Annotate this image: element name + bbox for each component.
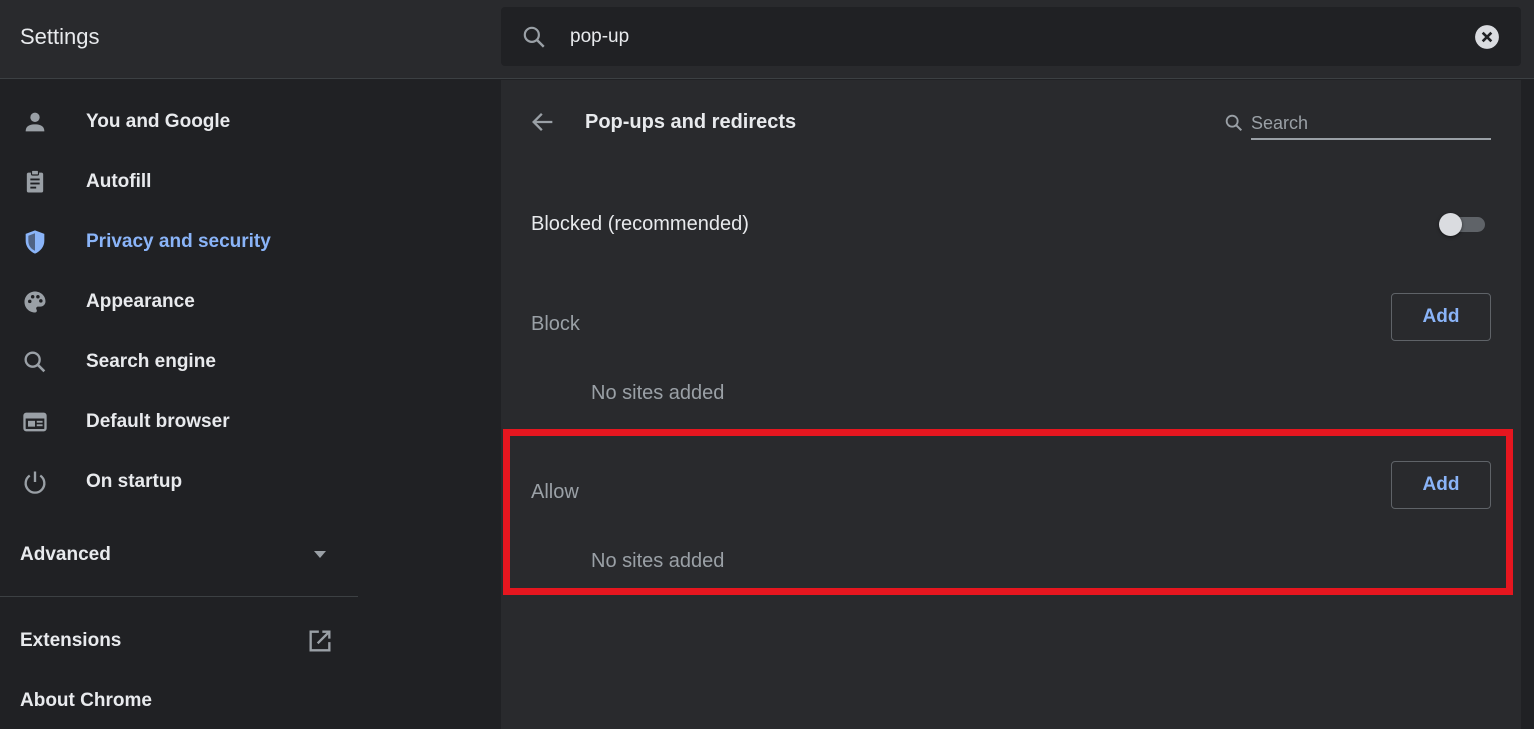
subpage-title: Pop-ups and redirects [585,111,797,133]
clipboard-icon [26,169,44,193]
about-chrome-label: About Chrome [20,690,152,711]
caret-down-icon [314,551,326,558]
search-icon [1225,114,1243,132]
sidebar-item-label: You and Google [86,111,231,132]
sidebar-item-label: Privacy and security [86,231,271,252]
sidebar-item-appearance[interactable]: Appearance [0,272,360,332]
page-title: Settings [20,24,100,49]
advanced-label: Advanced [20,544,111,565]
sidebar-item-privacy-and-security[interactable]: Privacy and security [0,212,360,272]
subpage-search [1221,106,1493,142]
browser-icon [23,412,47,432]
settings-header: Settings pop-up [0,0,1534,79]
sidebar: You and Google Autofill Privacy and secu… [0,80,360,729]
sidebar-item-extensions[interactable]: Extensions [0,610,360,670]
sidebar-item-default-browser[interactable]: Default browser [0,392,360,452]
palette-icon [24,291,46,313]
sidebar-item-on-startup[interactable]: On startup [0,452,360,512]
sidebar-item-label: Default browser [86,411,230,432]
search-icon [24,351,46,373]
popups-settings-card: Pop-ups and redirects Blocked (recommend… [501,80,1521,729]
search-icon [523,26,545,48]
shield-icon [25,230,45,254]
sidebar-item-about-chrome[interactable]: About Chrome [0,670,360,729]
allow-section-highlight [503,429,1513,595]
sidebar-item-label: Autofill [86,171,152,192]
open-in-new-icon [309,630,331,652]
clear-search-icon[interactable] [1474,24,1500,50]
block-empty-text: No sites added [591,382,725,404]
settings-search-box[interactable]: pop-up [501,7,1521,66]
sidebar-advanced-toggle[interactable]: Advanced [0,524,360,584]
sidebar-item-autofill[interactable]: Autofill [0,152,360,212]
back-arrow-icon[interactable] [529,108,557,136]
sidebar-item-label: Appearance [86,291,195,312]
sidebar-item-label: On startup [86,471,183,492]
person-icon [25,112,45,132]
blocked-toggle[interactable] [1439,212,1487,236]
blocked-setting-row[interactable]: Blocked (recommended) [501,192,1521,252]
blocked-label: Blocked (recommended) [531,213,749,235]
power-icon [24,471,46,494]
subpage-search-input[interactable] [1251,108,1491,140]
sidebar-item-label: Search engine [86,351,216,372]
sidebar-item-search-engine[interactable]: Search engine [0,332,360,392]
block-section-label: Block [531,313,580,335]
sidebar-divider [0,596,358,597]
sidebar-item-you-and-google[interactable]: You and Google [0,92,360,152]
toggle-knob [1439,213,1462,236]
extensions-label: Extensions [20,630,122,651]
settings-search-input[interactable]: pop-up [570,26,629,48]
block-add-button[interactable]: Add [1391,293,1491,341]
